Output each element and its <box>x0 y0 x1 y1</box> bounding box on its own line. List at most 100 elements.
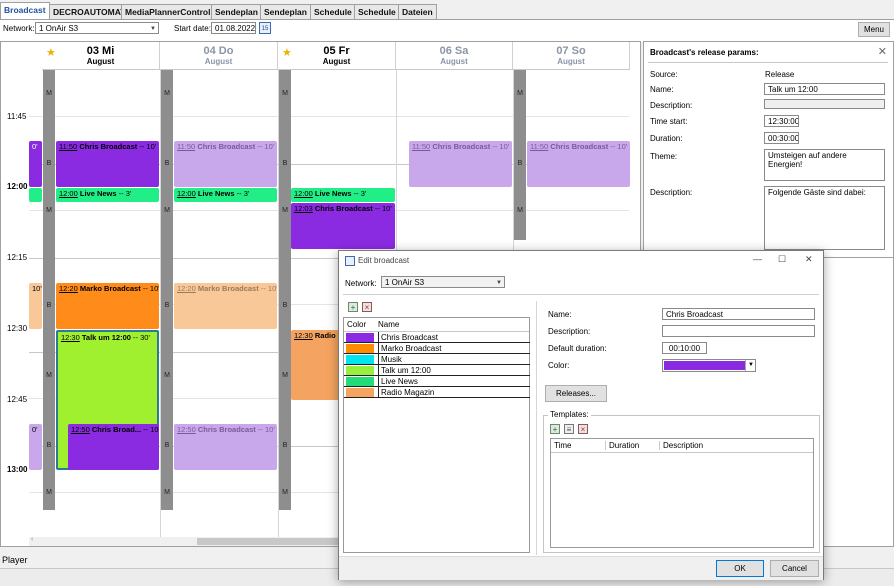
menu-button[interactable]: Menu <box>858 22 890 37</box>
broadcast-block[interactable]: 11:50 Chris Broadcast -- 10' <box>527 141 630 187</box>
broadcast-block[interactable]: 12:00 Live News -- 3' <box>174 188 277 202</box>
tab-mediaplannercontrol[interactable]: MediaPlannerControl <box>121 4 215 19</box>
splitter[interactable] <box>536 301 537 555</box>
list-item[interactable]: Talk um 12:00 <box>344 365 530 376</box>
tab-schedule-1[interactable]: Schedule <box>310 4 356 19</box>
network-select[interactable]: 1 OnAir S3 ▼ <box>35 22 159 34</box>
dialog-title: Edit broadcast <box>358 256 410 265</box>
column-header-name[interactable]: Name <box>378 320 399 329</box>
cancel-button[interactable]: Cancel <box>770 560 819 577</box>
marker-m: M <box>46 489 52 496</box>
tab-sendeplan-2[interactable]: Sendeplan <box>260 4 311 19</box>
column-header-time[interactable]: Time <box>554 441 571 450</box>
time-label-1145: 11:45 <box>7 112 27 121</box>
broadcast-block[interactable]: 12:00 Live News -- 3' <box>56 188 159 202</box>
calendar-icon[interactable]: 15 <box>259 22 271 34</box>
broadcast-block[interactable]: 12:20 Marko Broadcast -- 10' <box>56 283 159 329</box>
marker-m: M <box>517 207 523 214</box>
tab-bar: Broadcast DECROAUTOMAT MediaPlannerContr… <box>0 0 894 20</box>
broadcast-list: Color Name Chris Broadcast Marko Broadca… <box>343 317 530 553</box>
source-label: Source: <box>650 70 678 79</box>
broadcast-block[interactable]: 12:03 Chris Broadcast -- 10' <box>291 203 395 249</box>
release-params-panel: Broadcast's release params: ✕ Source: Re… <box>643 41 894 258</box>
day-header-5[interactable]: 07 So August <box>513 42 630 70</box>
default-duration-label: Default duration: <box>548 344 607 353</box>
day-header-1[interactable]: ★ 03 Mi August <box>42 42 160 70</box>
dialog-description-label: Description: <box>548 327 591 336</box>
tab-decroautomat[interactable]: DECROAUTOMAT <box>49 4 130 19</box>
marker-m: M <box>282 90 288 97</box>
column-header-description[interactable]: Description <box>659 441 703 450</box>
templates-header: Time Duration Description <box>551 439 813 453</box>
maximize-icon[interactable]: ☐ <box>778 254 786 265</box>
description-field[interactable] <box>764 99 885 109</box>
close-icon[interactable]: ✕ <box>805 254 813 265</box>
time-start-field[interactable]: 12:30:00 <box>764 115 799 127</box>
start-date-input[interactable]: 01.08.2022 <box>211 22 256 34</box>
color-label: Color: <box>548 361 570 370</box>
broadcast-block-overflow[interactable]: 0' <box>29 141 42 187</box>
edit-icon[interactable]: ≡ <box>564 424 574 434</box>
list-item[interactable]: Marko Broadcast <box>344 343 530 354</box>
source-value: Release <box>765 70 795 79</box>
list-item[interactable]: Chris Broadcast <box>344 332 530 343</box>
description-label: Description: <box>650 101 693 110</box>
chevron-left-icon[interactable]: ‹ <box>31 536 33 543</box>
broadcast-block[interactable]: 12:20 Marko Broadcast -- 10' <box>174 283 277 329</box>
dialog-name-field[interactable]: Chris Broadcast <box>662 308 815 320</box>
broadcast-block[interactable]: 11:50 Chris Broadcast -- 10' <box>56 141 159 187</box>
dialog-network-select[interactable]: 1 OnAir S3 ▼ <box>381 276 505 288</box>
list-item[interactable]: Musik <box>344 354 530 365</box>
column-header-duration[interactable]: Duration <box>605 441 639 450</box>
divider <box>648 62 888 63</box>
tab-schedule-2[interactable]: Schedule <box>354 4 400 19</box>
duration-label: Duration: <box>650 134 683 143</box>
list-item[interactable]: Live News <box>344 376 530 387</box>
duration-field[interactable]: 00:30:00 <box>764 132 799 144</box>
chevron-down-icon: ▼ <box>496 280 502 286</box>
tab-dateien[interactable]: Dateien <box>398 4 437 19</box>
marker-b: B <box>282 302 288 309</box>
broadcast-block-overflow[interactable]: 0' <box>29 424 42 470</box>
releases-button[interactable]: Releases... <box>545 385 607 402</box>
broadcast-block-overflow[interactable] <box>29 188 42 202</box>
description2-field[interactable]: Folgende Gäste sind dabei: <box>764 186 885 250</box>
templates-group: Templates: + ≡ × Time Duration Descripti… <box>543 410 820 553</box>
color-picker[interactable]: ▼ <box>662 359 756 372</box>
day-header-3[interactable]: ★ 05 Fr August <box>278 42 396 70</box>
default-duration-field[interactable]: 00:10:00 <box>662 342 707 354</box>
toolbar: Network: 1 OnAir S3 ▼ Start date: 01.08.… <box>0 19 894 42</box>
color-swatch <box>346 344 374 353</box>
day-header-4[interactable]: 06 Sa August <box>396 42 513 70</box>
tab-sendeplan-1[interactable]: Sendeplan <box>211 4 262 19</box>
marker-m: M <box>164 372 170 379</box>
marker-b: B <box>282 160 288 167</box>
grid-line <box>29 116 629 117</box>
time-label-1245: 12:45 <box>7 395 28 404</box>
dialog-description-field[interactable] <box>662 325 815 337</box>
broadcast-block-overflow[interactable]: 10' <box>29 283 42 329</box>
column-header-color[interactable]: Color <box>347 320 366 329</box>
delete-icon[interactable]: × <box>362 302 372 312</box>
delete-icon[interactable]: × <box>578 424 588 434</box>
ok-button[interactable]: OK <box>716 560 764 577</box>
add-icon[interactable]: + <box>348 302 358 312</box>
marker-m: M <box>282 372 288 379</box>
broadcast-block[interactable]: 12:50 Chris Broadcast -- 10' <box>174 424 277 470</box>
time-label-1200: 12:00 <box>7 182 28 191</box>
close-icon[interactable]: ✕ <box>878 45 887 58</box>
list-item[interactable]: Radio Magazin <box>344 387 530 398</box>
marker-b: B <box>164 160 170 167</box>
broadcast-block[interactable]: 12:00 Live News -- 3' <box>291 188 395 202</box>
marker-b: B <box>46 302 52 309</box>
broadcast-block[interactable]: 11:50 Chris Broadcast -- 10' <box>174 141 277 187</box>
theme-field[interactable]: Umsteigen auf andere Energien! <box>764 149 885 181</box>
broadcast-block[interactable]: 12:50 Chris Broad... -- 10' <box>68 424 159 470</box>
day-header-2[interactable]: 04 Do August <box>160 42 278 70</box>
tab-broadcast[interactable]: Broadcast <box>0 2 50 20</box>
broadcast-block[interactable]: 11:50 Chris Broadcast -- 10' <box>409 141 512 187</box>
add-icon[interactable]: + <box>550 424 560 434</box>
color-picker-swatch <box>664 361 745 370</box>
minimize-icon[interactable]: — <box>753 254 762 264</box>
name-field[interactable]: Talk um 12:00 <box>764 83 885 95</box>
